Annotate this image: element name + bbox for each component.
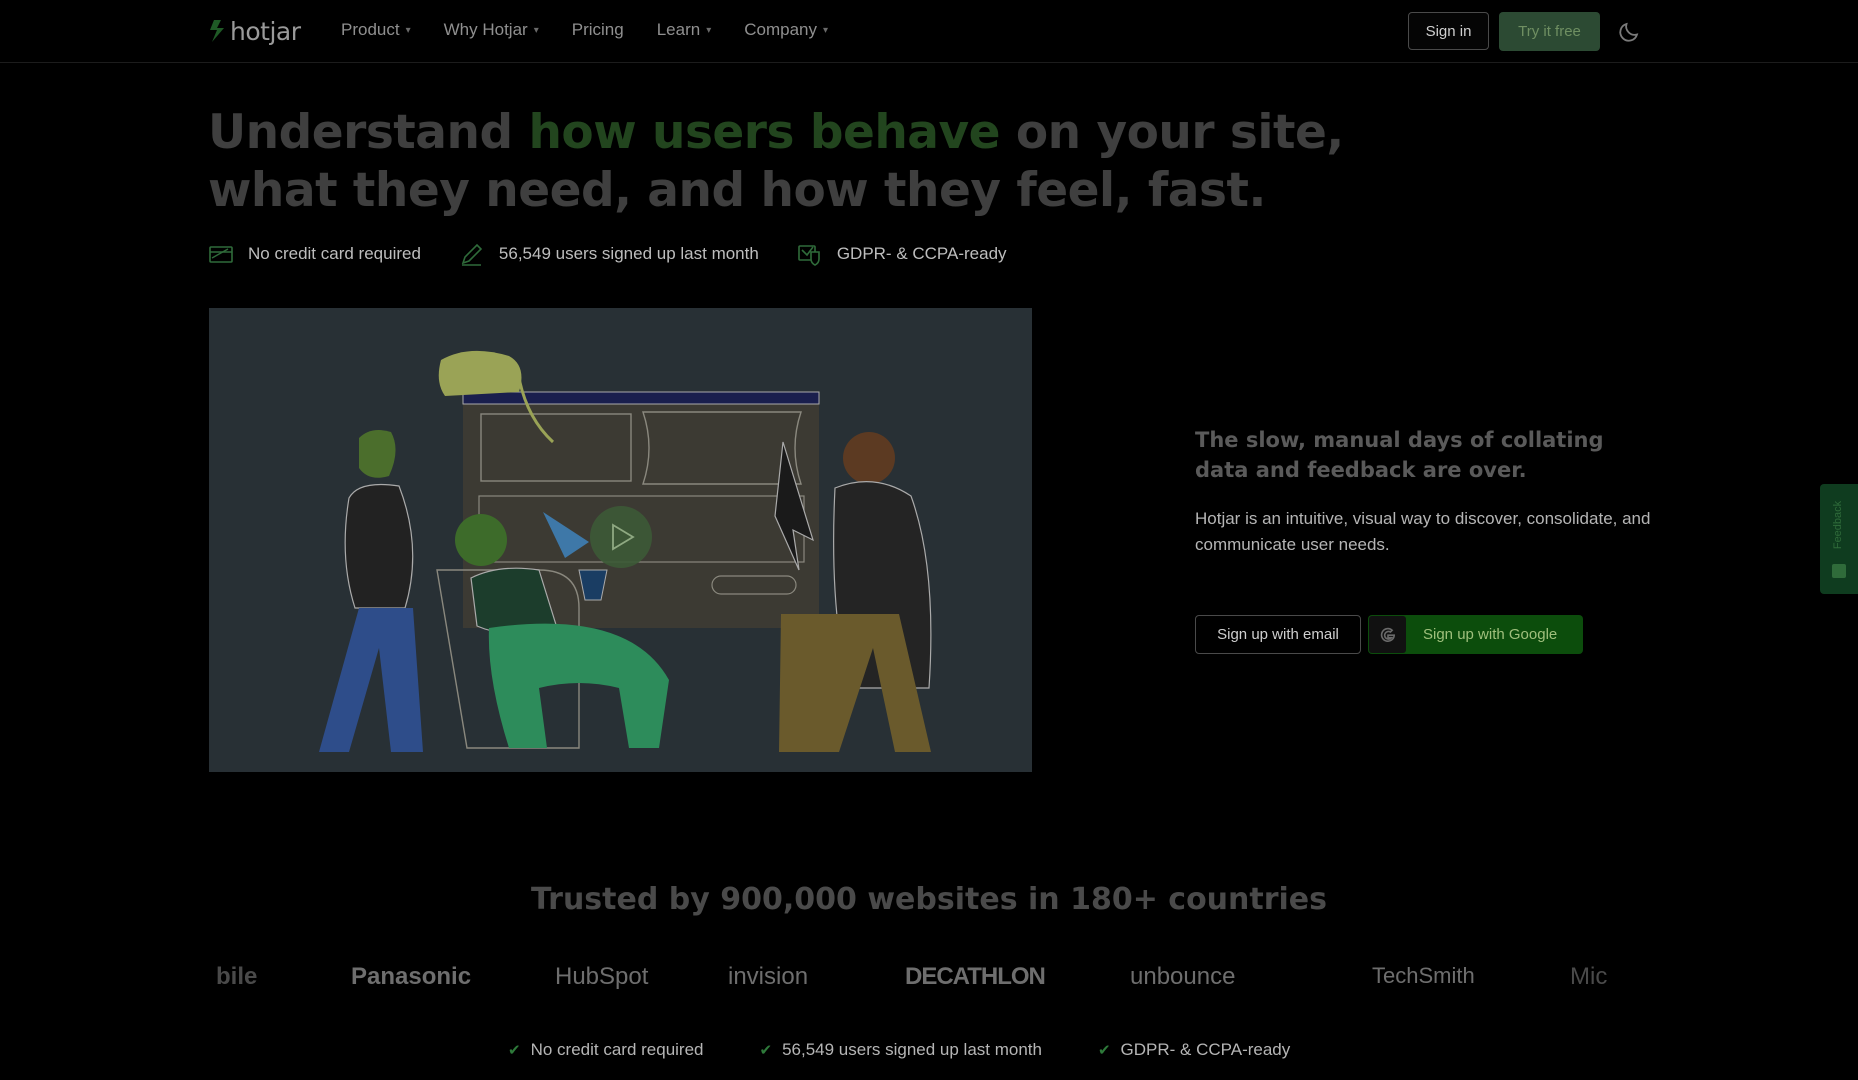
feedback-tab[interactable]: Feedback <box>1820 484 1858 594</box>
logo-microsoft: Mic <box>1570 963 1608 990</box>
hotjar-logo[interactable]: hotjar <box>208 16 301 46</box>
bottom-badge-text: GDPR- & CCPA-ready <box>1120 1040 1291 1059</box>
logo-hubspot: HubSpot <box>555 963 649 990</box>
logo-decathlon: DECATHLON <box>905 963 1046 990</box>
nav-item-label: Pricing <box>571 20 624 39</box>
feedback-label: Feedback <box>1832 500 1844 550</box>
hero-badges: No credit card required 56,549 users sig… <box>208 242 1045 266</box>
sign-up-google-button[interactable]: Sign up with Google <box>1368 615 1583 654</box>
badge-text: 56,549 users signed up last month <box>498 244 759 263</box>
bottom-badge: ✔ GDPR- & CCPA-ready <box>1098 1040 1290 1060</box>
badge-gdpr: GDPR- & CCPA-ready <box>797 242 1007 266</box>
badge-text: No credit card required <box>248 244 421 263</box>
logo-panasonic: Panasonic <box>351 963 472 990</box>
side-description: Hotjar is an intuitive, visual way to di… <box>1195 509 1651 554</box>
hotjar-logo-icon <box>210 20 224 42</box>
logo-techsmith: TechSmith <box>1372 963 1475 988</box>
customer-logos: bile Panasonic HubSpot invision DECATHLO… <box>208 955 1640 1003</box>
product-video[interactable] <box>209 308 1032 772</box>
hero-title: Understand how users behave on your site… <box>208 104 1458 220</box>
nav-item-why-hotjar[interactable]: Why Hotjar ▾ <box>444 20 539 40</box>
nav-item-pricing[interactable]: Pricing <box>572 20 624 40</box>
pencil-icon <box>461 243 483 266</box>
badge-text: GDPR- & CCPA-ready <box>836 244 1007 263</box>
credit-card-icon <box>209 246 233 263</box>
feedback-icon <box>1832 564 1846 578</box>
logo-invision: invision <box>728 963 809 990</box>
top-navigation: hotjar Product ▾ Why Hotjar ▾ Pricing Le… <box>0 0 1858 63</box>
nav-item-label: Learn <box>656 20 701 39</box>
google-button-label: Sign up with Google <box>1423 626 1558 643</box>
chevron-down-icon: ▾ <box>706 24 712 36</box>
bottom-badge-text: 56,549 users signed up last month <box>782 1040 1042 1059</box>
nav-item-product[interactable]: Product ▾ <box>341 20 411 40</box>
bottom-badges: ✔ No credit card required ✔ 56,549 users… <box>508 1040 1346 1060</box>
shield-check-icon <box>798 245 820 266</box>
try-it-free-button[interactable]: Try it free <box>1499 12 1600 51</box>
nav-item-company[interactable]: Company ▾ <box>744 20 828 40</box>
hero-title-start: Understand <box>208 105 529 160</box>
logo-bile: bile <box>216 963 258 990</box>
nav-item-learn[interactable]: Learn ▾ <box>657 20 712 40</box>
main-menu: Product ▾ Why Hotjar ▾ Pricing Learn ▾ C… <box>341 20 861 40</box>
logo-text: hotjar <box>230 16 301 46</box>
chevron-down-icon: ▾ <box>822 24 829 36</box>
chevron-down-icon: ▾ <box>533 24 539 36</box>
trusted-heading: Trusted by 900,000 websites in 180+ coun… <box>530 882 1328 917</box>
bottom-badge: ✔ No credit card required <box>508 1040 704 1060</box>
badge-no-credit-card: No credit card required <box>208 243 421 265</box>
google-icon <box>1369 616 1406 653</box>
side-heading: The slow, manual days of collating data … <box>1195 428 1604 482</box>
video-illustration <box>319 350 932 752</box>
chevron-down-icon: ▾ <box>405 24 411 36</box>
logo-unbounce: unbounce <box>1130 963 1236 990</box>
check-icon: ✔ <box>759 1042 773 1059</box>
nav-item-label: Product <box>341 20 400 39</box>
nav-item-label: Why Hotjar <box>443 20 528 39</box>
nav-item-label: Company <box>744 20 817 39</box>
sign-up-email-button[interactable]: Sign up with email <box>1195 615 1361 654</box>
bottom-badge: ✔ 56,549 users signed up last month <box>760 1040 1042 1060</box>
badge-users-signed-up: 56,549 users signed up last month <box>459 242 759 266</box>
sign-in-button[interactable]: Sign in <box>1408 12 1489 50</box>
bottom-badge-text: No credit card required <box>530 1040 704 1059</box>
moon-icon[interactable] <box>1617 20 1641 44</box>
check-icon: ✔ <box>1097 1042 1111 1059</box>
check-icon: ✔ <box>508 1042 521 1059</box>
hero-title-accent: how users behave <box>528 105 1001 160</box>
